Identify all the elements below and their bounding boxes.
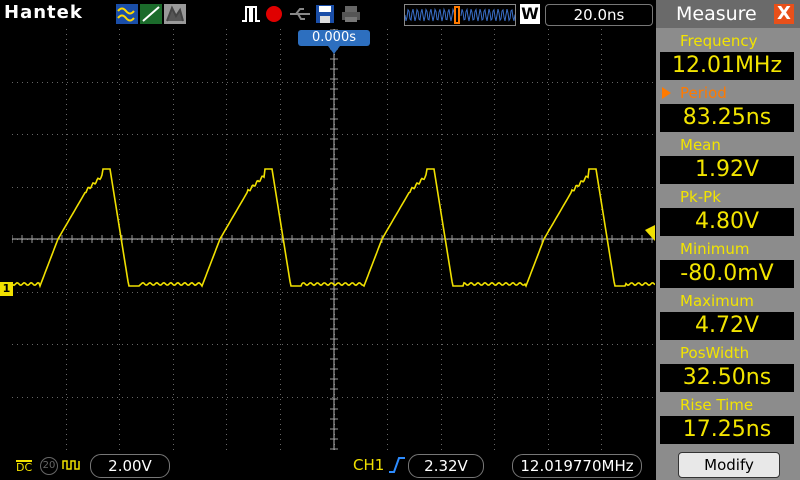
modify-button[interactable]: Modify — [678, 452, 780, 478]
bandwidth-limit-icon — [62, 460, 80, 470]
measure-label-text: Frequency — [680, 32, 758, 50]
measure-label-text: Rise Time — [680, 396, 754, 414]
graticule — [11, 28, 656, 450]
measure-item-label[interactable]: Maximum — [656, 290, 800, 312]
measure-item-value: 4.80V — [660, 208, 794, 236]
persistence-icon[interactable] — [164, 4, 186, 24]
trigger-position-pointer — [328, 46, 340, 54]
measure-title: Measure — [676, 3, 757, 25]
measure-label-text: Mean — [680, 136, 721, 154]
trigger-source-label: CH1 — [353, 456, 385, 474]
rising-edge-icon — [389, 457, 405, 473]
memory-waveform-preview — [404, 6, 516, 24]
measure-item-label[interactable]: Rise Time — [656, 394, 800, 416]
ramp-icon[interactable] — [140, 4, 162, 24]
timebase-readout[interactable]: 20.0ns — [545, 4, 653, 26]
selected-arrow-icon — [662, 87, 671, 99]
trigger-position-tag[interactable]: 0.000s — [298, 30, 370, 46]
measure-item-label[interactable]: Minimum — [656, 238, 800, 260]
measure-item-label[interactable]: Mean — [656, 134, 800, 156]
print-icon[interactable] — [340, 4, 362, 24]
memory-position-bar[interactable] — [404, 4, 516, 26]
record-icon[interactable] — [264, 4, 284, 24]
measure-item-label[interactable]: Pk-Pk — [656, 186, 800, 208]
trigger-level-readout[interactable]: 2.32V — [408, 454, 484, 478]
measure-item-label[interactable]: Frequency — [656, 30, 800, 52]
usb-icon — [290, 8, 310, 20]
measure-item-label[interactable]: PosWidth — [656, 342, 800, 364]
zoom-window-button[interactable]: W — [520, 4, 540, 24]
measure-item-value: 17.25ns — [660, 416, 794, 444]
measure-label-text: Period — [680, 84, 727, 102]
measure-item-value: 1.92V — [660, 156, 794, 184]
measure-label-text: Pk-Pk — [680, 188, 721, 206]
frequency-counter-readout: 12.019770MHz — [512, 454, 642, 478]
measure-item-value: 12.01MHz — [660, 52, 794, 80]
measure-label-text: Minimum — [680, 240, 750, 258]
waveform-display — [11, 28, 656, 450]
measure-item-label[interactable]: Period — [656, 82, 800, 104]
save-icon[interactable] — [315, 4, 335, 24]
measure-panel-header: Measure X — [656, 0, 800, 28]
measure-label-text: PosWidth — [680, 344, 750, 362]
measure-label-text: Maximum — [680, 292, 754, 310]
measure-item-value: 4.72V — [660, 312, 794, 340]
ch1-ground-marker[interactable]: 1 — [0, 282, 13, 296]
measure-item-value: 83.25ns — [660, 104, 794, 132]
top-status-bar: Hantek W 20.0ns — [0, 0, 655, 28]
measure-item-value: 32.50ns — [660, 364, 794, 392]
brand-logo: Hantek — [4, 2, 83, 23]
probe-label: 20 — [40, 457, 58, 475]
measure-item-value: -80.0mV — [660, 260, 794, 288]
close-icon[interactable]: X — [774, 4, 794, 24]
trigger-mode-icon[interactable] — [240, 4, 262, 24]
ch1-scale-readout[interactable]: 2.00V — [90, 454, 170, 478]
coupling-label: DC — [16, 460, 33, 474]
waveform-icon[interactable] — [116, 4, 138, 24]
